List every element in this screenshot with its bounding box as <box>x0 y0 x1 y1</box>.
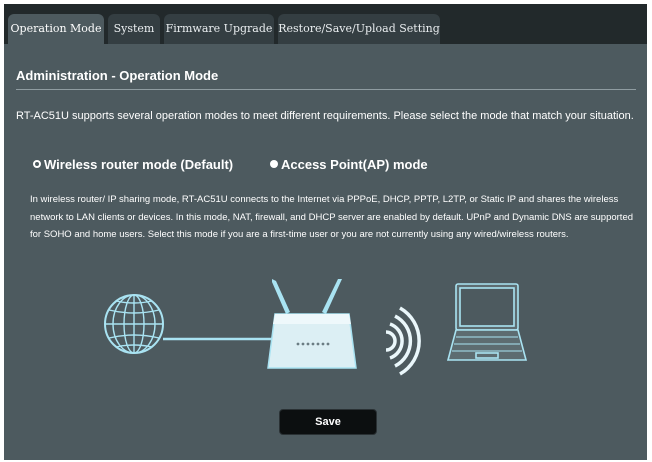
title-divider <box>16 89 636 90</box>
radio-wireless-router-mode[interactable]: Wireless router mode (Default) <box>33 156 233 172</box>
radio-label-access-point-mode: Access Point(AP) mode <box>281 156 428 172</box>
radio-access-point-mode[interactable]: Access Point(AP) mode <box>270 156 428 172</box>
router-icon <box>267 279 357 369</box>
wireless-signal-icon <box>385 306 421 376</box>
content-panel: Administration - Operation Mode RT-AC51U… <box>4 44 647 460</box>
page-title: Administration - Operation Mode <box>16 68 219 83</box>
tab-restore-save-upload-setting[interactable]: Restore/Save/Upload Setting <box>278 14 440 44</box>
app-frame: Operation Mode System Firmware Upgrade R… <box>4 4 647 460</box>
network-diagram <box>104 279 528 376</box>
tab-operation-mode[interactable]: Operation Mode <box>8 14 104 44</box>
laptop-icon <box>446 283 528 361</box>
globe-icon <box>104 294 164 354</box>
radio-unchecked-icon[interactable] <box>270 160 278 168</box>
mode-description: In wireless router/ IP sharing mode, RT-… <box>30 194 634 240</box>
radio-checked-icon[interactable] <box>33 160 41 168</box>
page-description: RT-AC51U supports several operation mode… <box>16 110 634 122</box>
radio-label-wireless-router-mode: Wireless router mode (Default) <box>44 156 234 172</box>
tab-firmware-upgrade[interactable]: Firmware Upgrade <box>164 14 274 44</box>
save-button[interactable]: Save <box>279 409 377 435</box>
tab-bar: Operation Mode System Firmware Upgrade R… <box>4 4 647 44</box>
tab-system[interactable]: System <box>108 14 160 44</box>
